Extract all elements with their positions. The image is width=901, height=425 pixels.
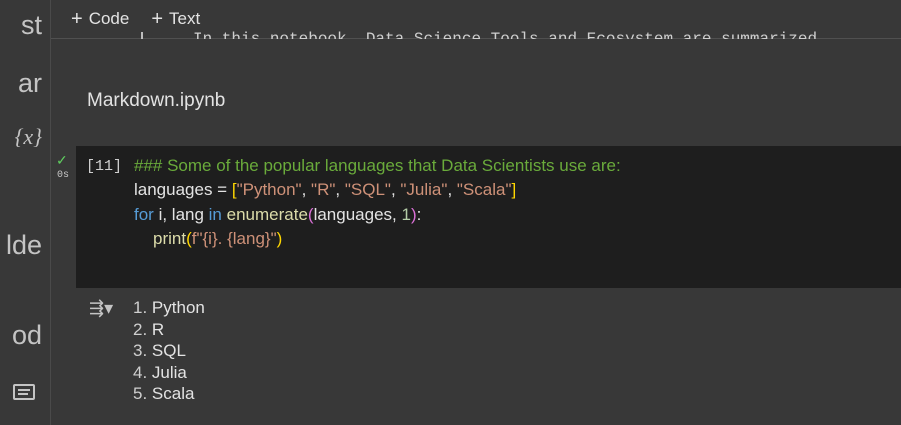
sidebar-item-variables[interactable]: {x} xyxy=(15,124,42,150)
code-comment[interactable]: ### Some of the popular languages that D… xyxy=(134,156,621,176)
add-code-button[interactable]: + Code xyxy=(71,9,129,29)
output-item: 3. SQL xyxy=(133,341,186,360)
code-line-2[interactable]: languages = ["Python", "R", "SQL", "Juli… xyxy=(134,180,516,200)
fn-enumerate: enumerate xyxy=(226,205,308,224)
lang-literal-julia: "Julia" xyxy=(400,180,448,199)
lang-literal-sql: "SQL" xyxy=(344,180,391,199)
output-item: 4. Julia xyxy=(133,362,187,382)
loop-vars: i, lang xyxy=(153,205,209,224)
plus-icon: + xyxy=(151,8,164,30)
lang-literal-python: "Python" xyxy=(236,180,302,199)
run-time: 0s xyxy=(57,170,70,181)
add-text-button[interactable]: + Text xyxy=(151,9,200,29)
cell-output: 1. Python 2. R 3. SQL 4. Julia 5. Scala xyxy=(133,297,205,405)
output-item: 2. R xyxy=(133,319,165,339)
output-icon xyxy=(141,32,157,39)
add-text-label: Text xyxy=(169,9,201,28)
code-line-3[interactable]: for i, lang in enumerate(languages, 1): xyxy=(134,205,421,225)
lang-literal-r: "R" xyxy=(311,180,336,199)
sidebar-item-toc[interactable]: st xyxy=(21,10,42,41)
terminal-icon[interactable] xyxy=(13,384,35,400)
fstring: f"{i}. {lang}" xyxy=(191,229,277,248)
add-code-label: Code xyxy=(88,9,130,28)
clipped-text: In this notebook, Data Science Tools and… xyxy=(193,30,827,39)
execution-count: [11] xyxy=(86,158,123,175)
code-line-4[interactable]: print(f"{i}. {lang}") xyxy=(153,229,282,249)
fn-print: print xyxy=(153,229,187,248)
output-item: 1. Python xyxy=(133,298,205,317)
colon: : xyxy=(416,205,422,224)
lang-literal-scala: "Scala" xyxy=(456,180,512,199)
sidebar-item-files[interactable]: lde xyxy=(6,230,42,261)
markdown-cell-title[interactable]: Markdown.ipynb xyxy=(87,90,225,112)
kw-in: in xyxy=(208,205,222,224)
left-sidebar: st ar {x} lde od xyxy=(0,0,51,425)
output-item: 5. Scala xyxy=(133,384,195,403)
enum-start: 1 xyxy=(401,205,411,224)
kw-for: for xyxy=(134,205,154,224)
sidebar-item-search[interactable]: ar xyxy=(18,68,42,99)
previous-cell-output-clipped: In this notebook, Data Science Tools and… xyxy=(51,28,901,39)
enum-args: languages, xyxy=(313,205,402,224)
output-toggle-icon[interactable]: ⇶▾ xyxy=(89,298,113,319)
plus-icon: + xyxy=(71,8,83,30)
run-success-check-icon[interactable]: ✓ xyxy=(56,152,68,169)
sidebar-item-code[interactable]: od xyxy=(12,320,42,351)
